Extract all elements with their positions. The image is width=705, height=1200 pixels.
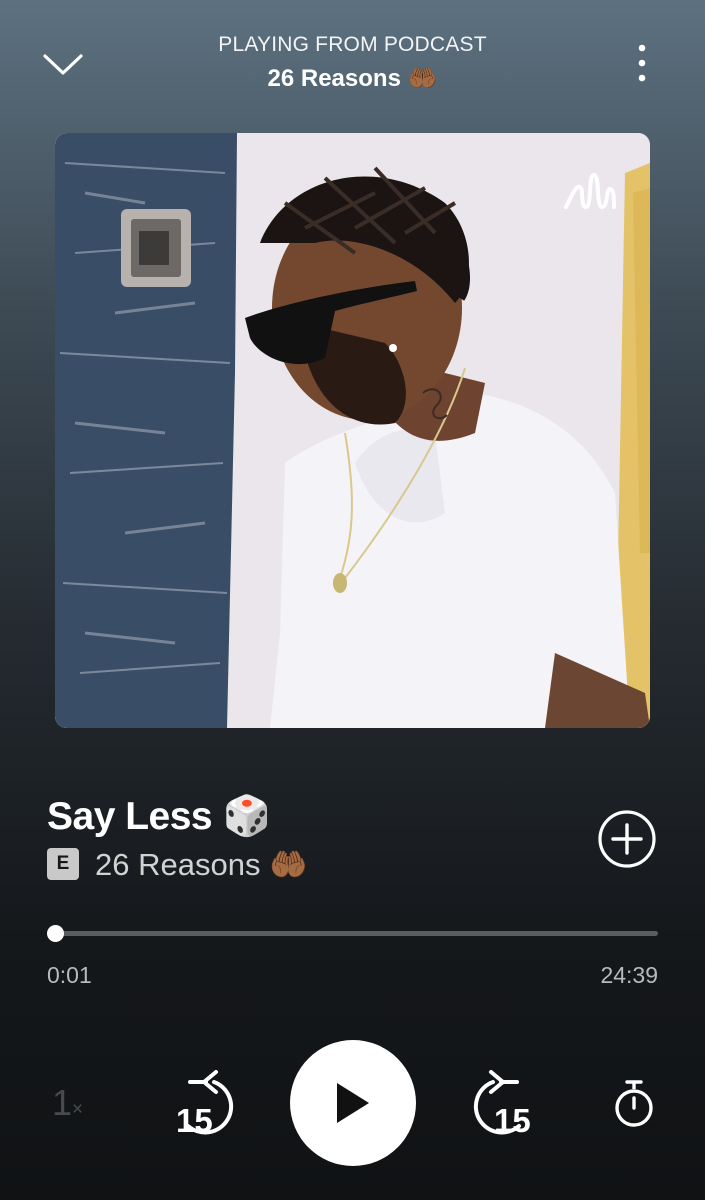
skip-back-15-icon: 15 — [176, 1070, 234, 1139]
speed-suffix: × — [72, 1099, 84, 1120]
speed-value: 1 — [52, 1082, 73, 1123]
skip-forward-seconds: 15 — [494, 1102, 531, 1139]
anchor-logo-icon — [564, 173, 616, 209]
add-circle-icon — [598, 810, 656, 868]
timer-icon — [615, 1080, 653, 1127]
play-icon — [337, 1083, 369, 1123]
progress-handle[interactable] — [46, 925, 64, 942]
skip-back-button[interactable]: 15 — [166, 1066, 240, 1140]
episode-title: Say Less 🎲 — [47, 795, 271, 838]
podcast-name-link[interactable]: 26 Reasons 🤲🏾 — [95, 846, 308, 883]
playback-speed-button[interactable]: 1× — [52, 1082, 83, 1124]
skip-forward-button[interactable]: 15 — [467, 1066, 541, 1140]
cover-image — [55, 133, 650, 728]
add-to-library-button[interactable] — [596, 808, 658, 870]
sleep-timer-button[interactable] — [610, 1078, 658, 1130]
more-options-button[interactable] — [628, 40, 656, 86]
explicit-badge: E — [47, 848, 79, 880]
elapsed-time: 0:01 — [47, 962, 92, 988]
episode-meta: E 26 Reasons 🤲🏾 — [47, 846, 308, 882]
episode-cover-art — [55, 133, 650, 728]
podcast-header-title[interactable]: 26 Reasons 🤲🏾 — [0, 64, 705, 93]
total-time: 24:39 — [600, 962, 658, 988]
playing-from-label: PLAYING FROM PODCAST — [218, 33, 487, 56]
progress-bar[interactable] — [46, 925, 658, 942]
skip-forward-15-icon: 15 — [473, 1070, 531, 1139]
skip-back-seconds: 15 — [176, 1102, 213, 1139]
more-vertical-icon — [638, 44, 646, 82]
play-button[interactable] — [290, 1040, 416, 1166]
